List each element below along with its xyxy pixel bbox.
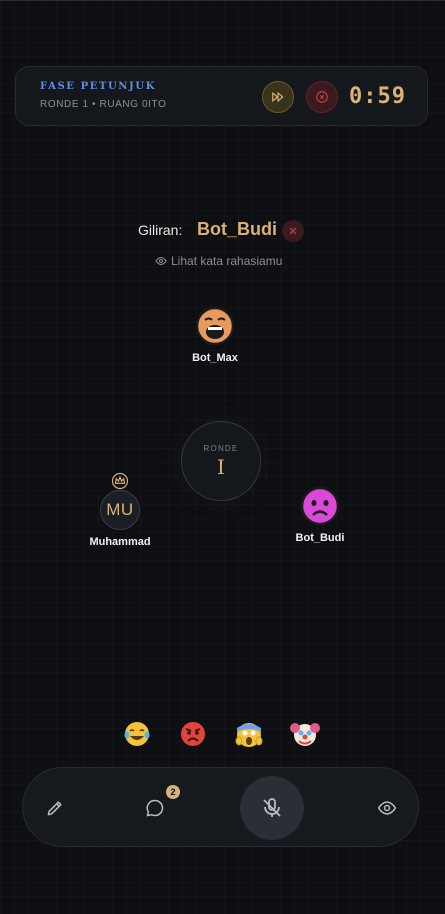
reaction-bar bbox=[118, 718, 328, 750]
player-name: Muhammad bbox=[89, 536, 151, 548]
end-round-button[interactable] bbox=[306, 81, 338, 113]
chat-bubble-icon bbox=[146, 799, 164, 817]
secret-link-text: Lihat kata rahasiamu bbox=[171, 254, 283, 268]
laughing-face-icon[interactable] bbox=[121, 718, 153, 750]
close-circle-icon bbox=[316, 91, 328, 103]
turn-label: Giliran: bbox=[138, 222, 183, 238]
player-name: Bot_Budi bbox=[295, 532, 345, 544]
clown-face-icon[interactable] bbox=[289, 718, 321, 750]
kick-turn-button[interactable] bbox=[282, 220, 304, 242]
player-bot-budi[interactable]: Bot_Budi bbox=[290, 486, 350, 544]
round-indicator: RONDE I bbox=[181, 421, 261, 501]
bottom-action-bar: 2 bbox=[22, 767, 419, 847]
countdown-timer: 0:59 bbox=[349, 84, 406, 109]
player-bot-max[interactable]: Bot_Max bbox=[185, 306, 245, 364]
avatar-initials: MU bbox=[100, 490, 140, 530]
mic-toggle-button[interactable] bbox=[240, 776, 304, 840]
eye-icon bbox=[155, 256, 167, 266]
screaming-face-icon[interactable] bbox=[233, 718, 265, 750]
angry-face-icon[interactable] bbox=[177, 718, 209, 750]
view-word-button[interactable] bbox=[375, 796, 399, 820]
player-muhammad[interactable]: MU Muhammad bbox=[80, 472, 160, 548]
phase-title: FASE PETUNJUK bbox=[40, 81, 156, 92]
phase-header: FASE PETUNJUK RONDE 1 • RUANG 0ITO 0:59 bbox=[15, 66, 428, 126]
mic-off-icon bbox=[263, 798, 281, 817]
fast-forward-icon bbox=[272, 92, 284, 102]
chat-button[interactable] bbox=[143, 796, 167, 820]
view-secret-word-link[interactable]: Lihat kata rahasiamu bbox=[155, 254, 282, 268]
unread-badge: 2 bbox=[166, 785, 180, 799]
frowning-face-icon bbox=[300, 486, 340, 526]
eye-icon bbox=[377, 801, 397, 815]
yawning-face-icon bbox=[195, 306, 235, 346]
write-clue-button[interactable] bbox=[43, 796, 67, 820]
pencil-icon bbox=[47, 801, 62, 816]
round-number: I bbox=[217, 454, 225, 479]
crown-icon bbox=[111, 472, 129, 490]
close-icon bbox=[289, 227, 297, 235]
turn-player-name: Bot_Budi bbox=[197, 219, 277, 239]
top-divider bbox=[0, 0, 445, 1]
skip-button[interactable] bbox=[262, 81, 294, 113]
player-name: Bot_Max bbox=[192, 352, 238, 364]
round-room-info: RONDE 1 • RUANG 0ITO bbox=[40, 99, 167, 110]
round-label: RONDE bbox=[203, 443, 239, 453]
